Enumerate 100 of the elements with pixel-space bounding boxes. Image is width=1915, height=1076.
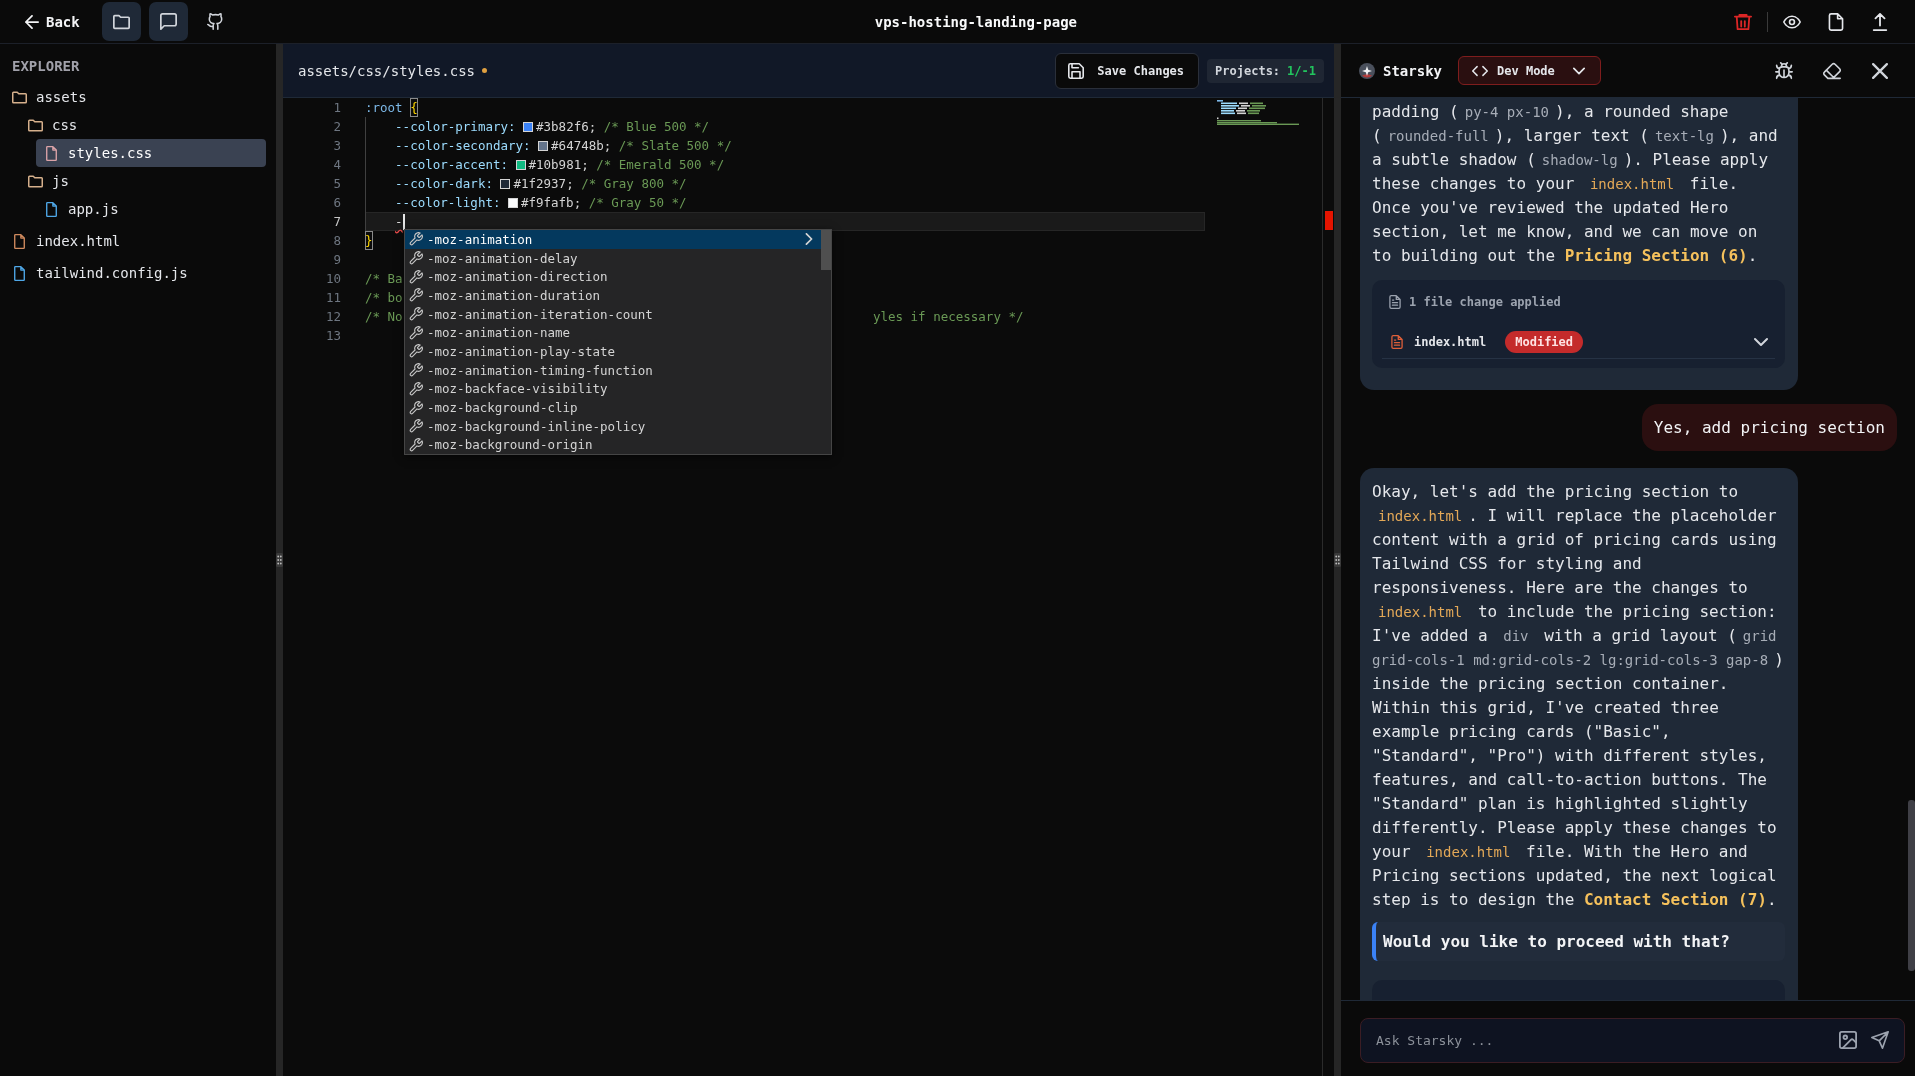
scrollbar-thumb[interactable] [1908, 800, 1915, 971]
code-comment: /* Emerald 500 */ [596, 156, 725, 174]
minimap-drawing[interactable] [1217, 100, 1299, 125]
suggestion-item[interactable]: -moz-animation-play-state [405, 342, 821, 361]
color-value: #f9fafb; [520, 194, 582, 212]
color-value: #10b981; [528, 156, 589, 174]
attach-image-button[interactable] [1839, 1031, 1857, 1049]
suggestion-item[interactable]: -moz-animation-delay [405, 248, 821, 268]
suggestion-item[interactable]: -moz-backface-visibility [405, 379, 821, 399]
wrench-icon [409, 251, 423, 266]
drag-handle-icon[interactable] [276, 553, 283, 567]
send-button[interactable] [1871, 1031, 1889, 1049]
wrench-icon [409, 400, 423, 415]
image-icon [1839, 1031, 1857, 1049]
line-number: 8 [332, 232, 341, 250]
wrench-icon [409, 269, 423, 284]
suggestion-item[interactable]: -moz-animation [405, 230, 821, 249]
scrollbar-thumb[interactable] [821, 230, 831, 270]
line-number: 13 [324, 327, 341, 345]
chevron-down-icon[interactable] [1753, 335, 1768, 349]
drag-handle-icon[interactable] [1334, 553, 1341, 567]
tree-item[interactable]: js [20, 167, 266, 195]
wrench-icon [409, 232, 423, 247]
close-icon [1872, 62, 1888, 79]
chat-bubble-icon [159, 13, 177, 30]
wrench-icon [409, 344, 423, 359]
folder-button[interactable] [101, 2, 141, 41]
document-icon [1388, 295, 1402, 309]
line-number: 3 [332, 137, 341, 155]
suggestion-item[interactable]: -moz-animation-timing-function [405, 360, 821, 380]
assistant-name: Starsky [1383, 62, 1442, 79]
chevron-right-icon[interactable] [803, 233, 815, 246]
suggestion-item[interactable]: -moz-background-clip [405, 398, 821, 417]
suggestion-item[interactable]: -moz-background-inline-policy [405, 416, 821, 436]
color-swatch-icon[interactable] [500, 178, 511, 189]
tree-item[interactable]: index.html [4, 227, 266, 255]
line-number: 1 [332, 99, 341, 117]
sparkle-logo-icon [1359, 62, 1375, 79]
suggestion-item[interactable]: -moz-animation-duration [405, 286, 821, 305]
code-brace: } [365, 231, 373, 250]
line-number: 5 [332, 175, 341, 193]
suggestion-item[interactable]: -moz-animation-iteration-count [405, 304, 821, 324]
upload-icon [1871, 12, 1889, 31]
status-badge: Modified [1505, 331, 1584, 353]
suggestion-item[interactable]: -moz-background-origin [405, 435, 821, 455]
code-selector: :root [365, 99, 403, 117]
tree-item[interactable]: tailwind.config.js [4, 259, 266, 287]
color-value: #3b82f6; [536, 118, 597, 136]
eraser-icon [1823, 61, 1841, 80]
error-marker-icon [1324, 211, 1333, 230]
send-icon [1871, 1031, 1889, 1049]
typed-text: - [395, 213, 403, 231]
property-name: --color-dark: [395, 175, 493, 193]
code-comment: yles if necessary */ [872, 308, 1024, 326]
tree-item[interactable]: app.js [36, 195, 266, 223]
text-cursor-icon [402, 213, 405, 230]
tree-item[interactable]: css [20, 111, 266, 139]
editor-file-path: assets/css/styles.css [298, 62, 475, 79]
arrow-left-icon [25, 14, 39, 29]
project-title: vps-hosting-landing-page [874, 13, 1077, 30]
chat-input[interactable]: Ask Starsky ... [1360, 1018, 1905, 1063]
save-changes-button[interactable]: Save Changes [1055, 52, 1200, 89]
property-name: --color-accent: [395, 156, 508, 174]
line-number: 4 [332, 156, 341, 174]
projects-label: Projects: [1215, 63, 1281, 78]
folder-icon [112, 13, 130, 30]
property-name: --color-primary: [395, 118, 516, 136]
message-text: Okay, let's add the pricing section to index.html . I will replace the placeholder content with a grid of pricing cards using Tailwind CSS for styling and responsiveness. Here are the changes to index.html to include the pricing section: I've added a div with a grid layout ( grid grid-cols-1 md:grid-cols-2 lg:grid-cols-3 gap-8 ) inside the pricing section container. Within this grid, I've created three example pricing cards ("Basic", "Standard", "Pro") with different styles, features, and call-to-action buttons. The "Standard" plan is highlighted slightly differently. Please apply these changes to your index.html file. With the Hero and Pricing sections updated, the next logical step is to design the Contact Section (7). [1372, 481, 1785, 911]
line-number: 11 [324, 289, 341, 307]
color-swatch-icon[interactable] [507, 197, 518, 208]
code-brace: { [410, 98, 418, 117]
code-comment: /* Gray 50 */ [588, 194, 687, 212]
chat-button[interactable] [148, 2, 188, 41]
line-number: 9 [332, 251, 341, 269]
tree-item[interactable]: styles.css [36, 139, 266, 167]
mode-dropdown[interactable]: Dev Mode [1458, 56, 1601, 85]
line-number: 7 [332, 213, 341, 231]
save-icon [1068, 62, 1085, 79]
color-swatch-icon[interactable] [523, 121, 534, 132]
suggestion-item[interactable]: -moz-animation-direction [405, 267, 821, 287]
wrench-icon [409, 363, 423, 378]
code-comment: /* Slate 500 */ [618, 137, 732, 155]
projects-count: 1/-1 [1287, 63, 1316, 78]
message-text: padding ( py-4 px-10 ), a rounded shape ( rounded-full ), larger text ( text-lg ), and a subtle shadow ( shadow-lg ). Please apply these changes to your index.html file. Once you've reviewed the updated Hero section, let me know, and we can move on to building out the Pricing Section (6). [1372, 101, 1779, 267]
wrench-icon [409, 381, 423, 396]
property-name: --color-light: [395, 194, 501, 212]
color-swatch-icon[interactable] [515, 159, 526, 170]
suggestion-item[interactable]: -moz-animation-name [405, 323, 821, 343]
line-number: 12 [324, 308, 341, 326]
user-message: Yes, add pricing section [1641, 404, 1897, 451]
tree-item[interactable]: assets [4, 83, 266, 111]
back-button[interactable]: Back [20, 9, 85, 34]
file-icon [1827, 12, 1845, 31]
wrench-icon [409, 325, 423, 340]
wrench-icon [409, 288, 423, 303]
github-icon [206, 13, 224, 30]
property-name: --color-secondary: [395, 137, 531, 155]
trash-icon [1734, 12, 1752, 31]
color-value: #64748b; [551, 137, 612, 155]
color-swatch-icon[interactable] [538, 140, 549, 151]
